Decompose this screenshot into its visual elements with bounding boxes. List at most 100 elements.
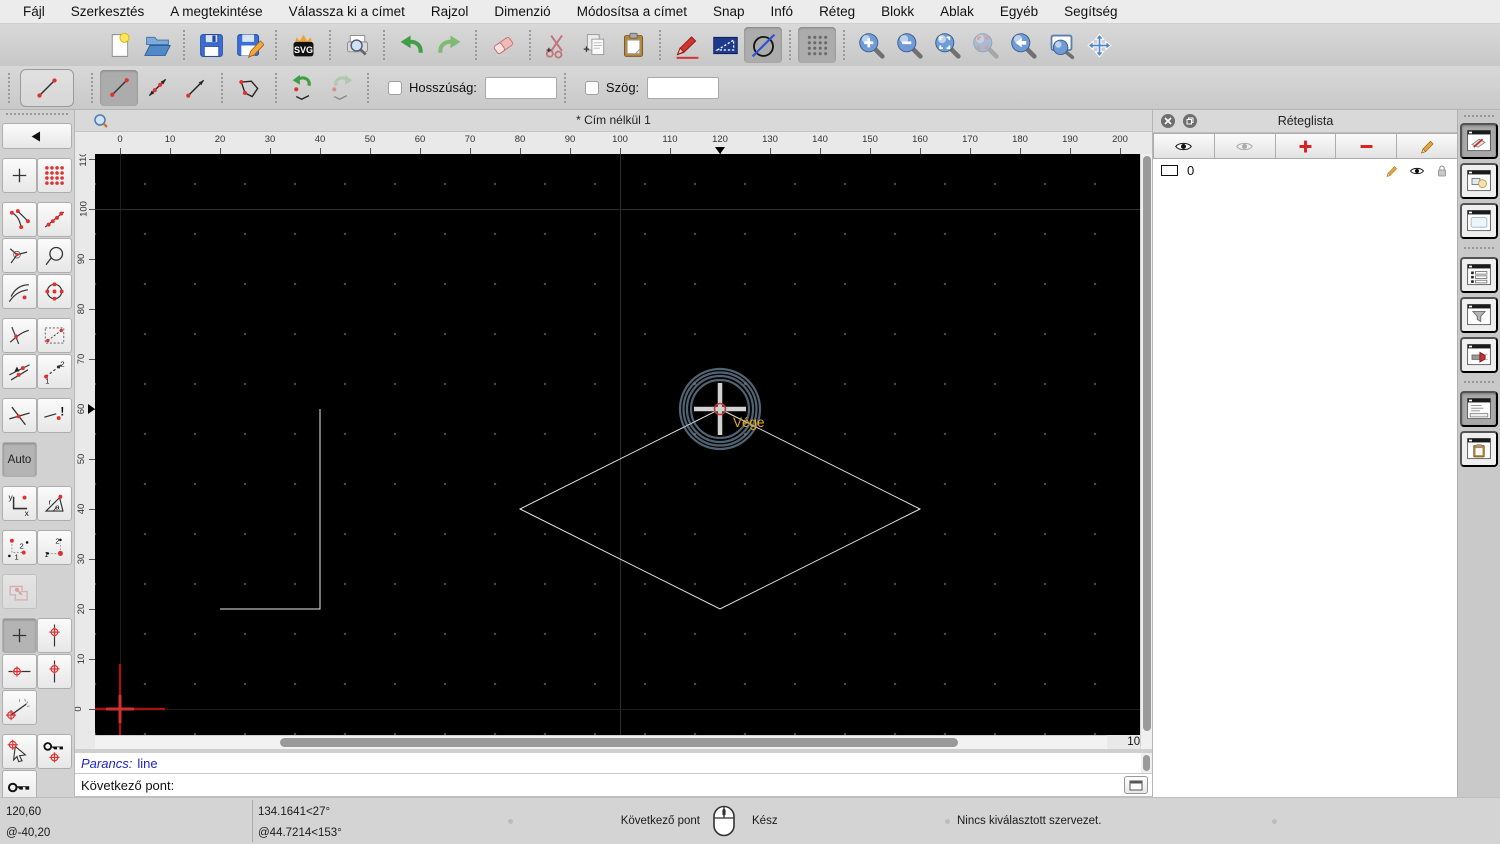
pencil-icon[interactable] — [1375, 163, 1400, 179]
undo-button[interactable] — [392, 27, 430, 63]
layer-row[interactable]: 0 — [1153, 159, 1458, 182]
auto-snap-button[interactable]: Auto — [2, 442, 37, 477]
menu-snap[interactable]: Snap — [700, 4, 758, 19]
key-target-button[interactable] — [37, 734, 72, 769]
attributes-button[interactable] — [706, 27, 744, 63]
snap-center-button[interactable] — [2, 238, 37, 273]
key-button[interactable] — [2, 770, 37, 797]
snap-free-button[interactable] — [2, 618, 37, 653]
two-lines-button[interactable] — [2, 354, 37, 389]
zoom-auto-button[interactable] — [928, 27, 966, 63]
seq-12-button[interactable]: 12 — [37, 354, 72, 389]
snap-intersection-button[interactable] — [37, 274, 72, 309]
menu-blokk[interactable]: Blokk — [868, 4, 927, 19]
snap-inter-manual-button[interactable] — [2, 318, 37, 353]
line-2arrow-button[interactable] — [138, 70, 176, 106]
cut-button[interactable] — [538, 27, 576, 63]
menu-szerkeszt-s[interactable]: Szerkesztés — [58, 4, 158, 19]
minus-red-button[interactable] — [1336, 133, 1398, 159]
save-button[interactable] — [192, 27, 230, 63]
paste-button[interactable] — [614, 27, 652, 63]
dock-filter-button[interactable] — [1460, 297, 1498, 333]
pen-button[interactable] — [668, 27, 706, 63]
rel-corner-12-button[interactable]: 12 — [2, 530, 37, 565]
menu-egy-b[interactable]: Egyéb — [987, 4, 1051, 19]
pencil-button[interactable] — [1397, 133, 1458, 159]
restrict-box-button[interactable] — [37, 318, 72, 353]
command-input[interactable] — [174, 775, 1124, 795]
snap-grid-button[interactable] — [37, 158, 72, 193]
snap-entity-button[interactable] — [37, 202, 72, 237]
zoom-select-button[interactable] — [966, 27, 1004, 63]
pan-button[interactable] — [1080, 27, 1118, 63]
rel-dots-12-button[interactable]: 12 — [37, 530, 72, 565]
toolbar-drag-handle[interactable] — [8, 72, 14, 103]
polyline-button[interactable] — [230, 70, 268, 106]
dock-layers-button[interactable] — [1460, 123, 1498, 159]
cross-x-button[interactable] — [2, 398, 37, 433]
menu-f-jl[interactable]: Fájl — [10, 4, 58, 19]
redo-seg-button[interactable] — [322, 70, 360, 106]
snap-middle-button[interactable] — [37, 238, 72, 273]
coord-polar-button[interactable]: ra — [37, 486, 72, 521]
menu-ablak[interactable]: Ablak — [927, 4, 987, 19]
command-detach-button[interactable] — [1124, 776, 1148, 794]
dock-library-button[interactable] — [1460, 203, 1498, 239]
menu-inf-[interactable]: Infó — [758, 4, 807, 19]
canvas-horizontal-scrollbar[interactable] — [95, 735, 1107, 749]
palette-back-button[interactable] — [2, 123, 72, 149]
line-button[interactable] — [100, 69, 138, 106]
menu-dimenzi-[interactable]: Dimenzió — [481, 4, 563, 19]
doc-new-button[interactable] — [100, 27, 138, 63]
angle-checkbox[interactable] — [584, 80, 599, 95]
folder-open-button[interactable] — [138, 27, 176, 63]
snap-distance-button[interactable] — [2, 274, 37, 309]
dock-entity-list-button[interactable] — [1460, 257, 1498, 293]
menu-v-lassza-ki-a-c-met[interactable]: Válassza ki a címet — [276, 4, 418, 19]
save-as-button[interactable] — [230, 27, 268, 63]
svg-export-button[interactable]: SVG — [284, 27, 322, 63]
length-checkbox[interactable] — [388, 80, 402, 95]
dock-drag-handle[interactable] — [1464, 115, 1494, 117]
coord-xy-button[interactable]: yx — [2, 486, 37, 521]
menu-rajzol[interactable]: Rajzol — [418, 4, 482, 19]
line-excl-button[interactable]: ! — [37, 398, 72, 433]
zoom-window-button[interactable] — [1042, 27, 1080, 63]
plus-red-button[interactable] — [1275, 133, 1337, 159]
undo-seg-button[interactable] — [284, 70, 322, 106]
circle-line-button[interactable] — [744, 27, 782, 63]
drawing-canvas[interactable]: Vége — [95, 154, 1140, 735]
lock-icon[interactable] — [1425, 163, 1450, 179]
dock-blocks-button[interactable] — [1460, 163, 1498, 199]
dock-clipboard-button[interactable] — [1460, 431, 1498, 467]
crosshair-target-button[interactable] — [37, 618, 72, 653]
print-preview-button[interactable] — [338, 27, 376, 63]
eye-icon[interactable] — [1400, 163, 1425, 179]
zoom-out-button[interactable] — [890, 27, 928, 63]
eye-button[interactable] — [1153, 133, 1215, 159]
angle-input[interactable] — [647, 76, 720, 99]
copy-button[interactable] — [576, 27, 614, 63]
zoom-in-button[interactable] — [852, 27, 890, 63]
dock-pen-wizard-button[interactable] — [1460, 337, 1498, 373]
palette-drag-handle[interactable] — [6, 113, 68, 121]
pink-shape-button[interactable] — [2, 574, 37, 609]
snap-free-button[interactable] — [2, 158, 37, 193]
menu-seg-ts-g[interactable]: Segítség — [1051, 4, 1130, 19]
length-input[interactable] — [484, 76, 557, 99]
select-target-button[interactable] — [2, 734, 37, 769]
snap-endpoint-button[interactable] — [2, 202, 37, 237]
redo-button[interactable] — [430, 27, 468, 63]
menu-m-dos-tsa-a-c-met[interactable]: Módosítsa a címet — [564, 4, 700, 19]
grid-button[interactable] — [798, 27, 836, 63]
dock-command-button[interactable] — [1460, 391, 1498, 427]
target-h-button[interactable] — [2, 654, 37, 689]
line-arrow-button[interactable] — [176, 70, 214, 106]
menu-a-megtekint-se[interactable]: A megtekintése — [157, 4, 275, 19]
menu-r-teg[interactable]: Réteg — [806, 4, 868, 19]
canvas-vertical-scrollbar[interactable] — [1140, 154, 1152, 749]
angle-gauge-button[interactable] — [2, 690, 37, 725]
layer-color-swatch[interactable] — [1161, 165, 1178, 176]
eye-gray-button[interactable] — [1214, 133, 1276, 159]
zoom-prev-button[interactable] — [1004, 27, 1042, 63]
